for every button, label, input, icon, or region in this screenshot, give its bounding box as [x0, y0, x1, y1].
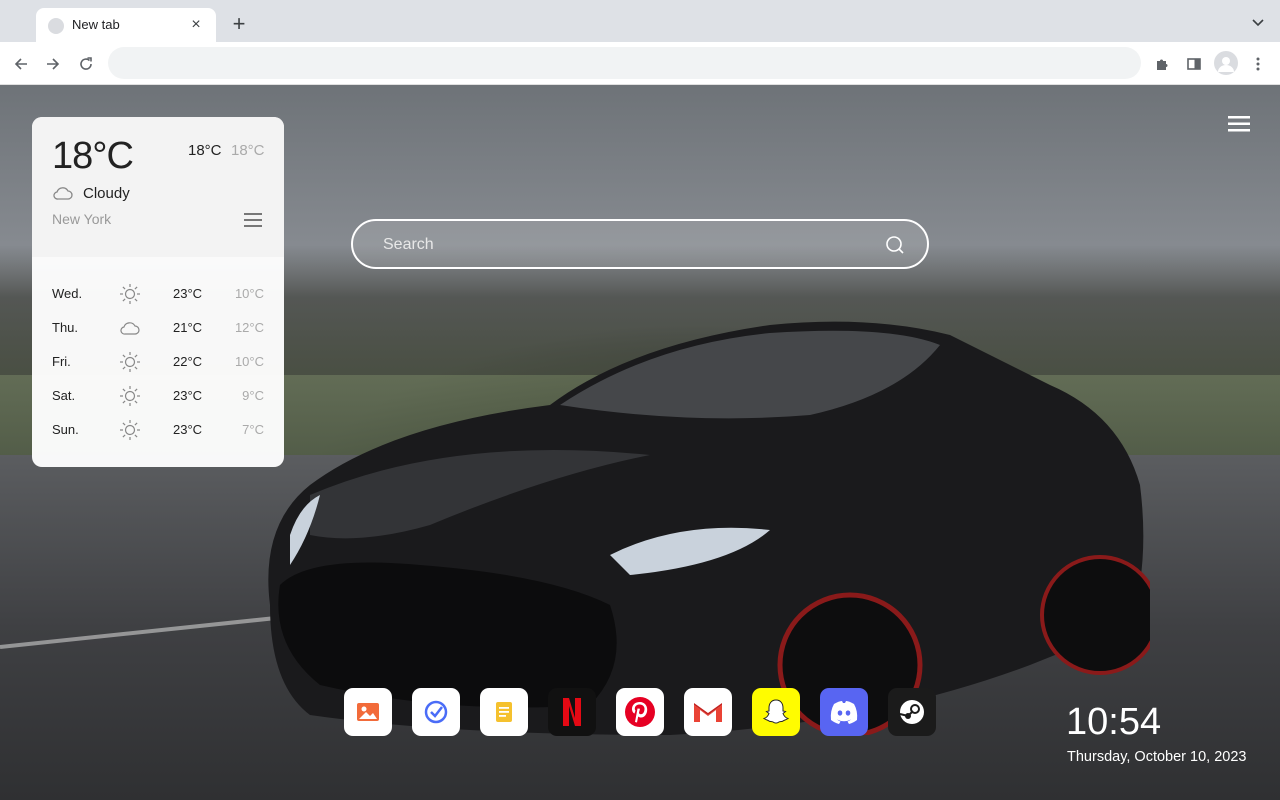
profile-avatar[interactable] — [1214, 51, 1238, 75]
forecast-low: 10°C — [234, 286, 264, 301]
forward-button[interactable] — [40, 51, 66, 77]
photos-app[interactable] — [344, 688, 392, 736]
forecast-row: Sat. 23°C 9°C — [52, 385, 264, 407]
forecast-row: Fri. 22°C 10°C — [52, 351, 264, 373]
clock-time: 10:54 — [1066, 701, 1162, 743]
puzzle-icon — [1157, 59, 1168, 70]
search-icon[interactable] — [885, 235, 905, 255]
reload-button[interactable] — [73, 51, 99, 77]
netflix-app[interactable] — [548, 688, 596, 736]
cloud-icon — [53, 187, 73, 200]
car-wallpaper-image — [268, 321, 1150, 735]
pinterest-app[interactable] — [616, 688, 664, 736]
tab-title: New tab — [72, 17, 120, 32]
search-bar[interactable] — [351, 219, 929, 269]
forecast-high: 21°C — [173, 320, 203, 335]
forecast-row: Wed. 23°C 10°C — [52, 283, 264, 305]
sun-icon — [118, 385, 142, 407]
gmail-icon — [692, 699, 724, 725]
extensions-button[interactable] — [1149, 51, 1175, 77]
side-panel-button[interactable] — [1181, 51, 1207, 77]
netflix-icon — [558, 696, 586, 728]
weather-menu-icon[interactable] — [244, 213, 262, 227]
tab-close-button[interactable]: × — [186, 15, 206, 35]
sun-icon — [118, 283, 142, 305]
forecast-low: 9°C — [242, 388, 264, 403]
forecast-low: 12°C — [234, 320, 264, 335]
steam-icon — [897, 697, 927, 727]
forecast-high: 23°C — [173, 286, 203, 301]
snapchat-icon — [760, 696, 792, 728]
forecast-row: Sun. 23°C 7°C — [52, 419, 264, 441]
tab-strip: New tab × + — [0, 0, 1280, 42]
steam-app[interactable] — [888, 688, 936, 736]
person-icon — [1218, 57, 1234, 72]
forecast-row: Thu. 21°C 12°C — [52, 317, 264, 339]
page-menu-icon[interactable] — [1228, 115, 1250, 133]
weather-condition: Cloudy — [83, 185, 130, 202]
forecast-low: 10°C — [234, 354, 264, 369]
weather-city: New York — [52, 211, 112, 227]
cloud-icon — [118, 317, 142, 339]
note-icon — [490, 698, 518, 726]
forecast-high: 23°C — [173, 422, 203, 437]
kebab-menu-icon — [1256, 57, 1260, 71]
forecast-day: Sat. — [52, 388, 76, 403]
tab-search-chevron-icon[interactable] — [1250, 14, 1266, 30]
forecast-high: 22°C — [173, 354, 203, 369]
back-button[interactable] — [8, 51, 34, 77]
forecast-day: Wed. — [52, 286, 83, 301]
browser-menu-button[interactable] — [1245, 51, 1271, 77]
pinterest-icon — [623, 695, 657, 729]
today-low-temp: 18°C — [231, 142, 265, 159]
forecast-high: 23°C — [173, 388, 203, 403]
snapchat-app[interactable] — [752, 688, 800, 736]
current-temperature: 18°C — [52, 135, 134, 177]
forecast-day: Sun. — [52, 422, 79, 437]
search-input[interactable] — [383, 233, 863, 257]
weather-current: 18°C 18°C 18°C Cloudy New York — [32, 117, 284, 257]
new-tab-page: 18°C 18°C 18°C Cloudy New York Wed. 23°C 1… — [0, 85, 1280, 800]
gmail-app[interactable] — [684, 688, 732, 736]
clock-date: Thursday, October 10, 2023 — [1067, 749, 1247, 765]
forecast-low: 7°C — [242, 422, 264, 437]
tasks-app[interactable] — [412, 688, 460, 736]
browser-toolbar — [0, 42, 1280, 85]
forecast-day: Fri. — [52, 354, 71, 369]
tab-favicon-icon — [48, 18, 64, 34]
back-arrow-icon — [14, 58, 27, 70]
notes-app[interactable] — [480, 688, 528, 736]
sun-icon — [118, 351, 142, 373]
address-bar[interactable] — [108, 47, 1141, 79]
tab-new-tab[interactable]: New tab × — [36, 8, 216, 42]
forecast-day: Thu. — [52, 320, 79, 335]
discord-icon — [828, 699, 860, 725]
forward-arrow-icon — [47, 58, 60, 70]
discord-app[interactable] — [820, 688, 868, 736]
reload-icon — [80, 57, 92, 70]
sun-icon — [118, 419, 142, 441]
side-panel-icon — [1187, 58, 1201, 70]
weather-widget[interactable]: 18°C 18°C 18°C Cloudy New York Wed. 23°C 1… — [32, 117, 284, 467]
image-icon — [354, 698, 382, 726]
today-high-temp: 18°C — [188, 142, 222, 159]
new-tab-button[interactable]: + — [228, 13, 250, 35]
check-circle-icon — [422, 698, 450, 726]
